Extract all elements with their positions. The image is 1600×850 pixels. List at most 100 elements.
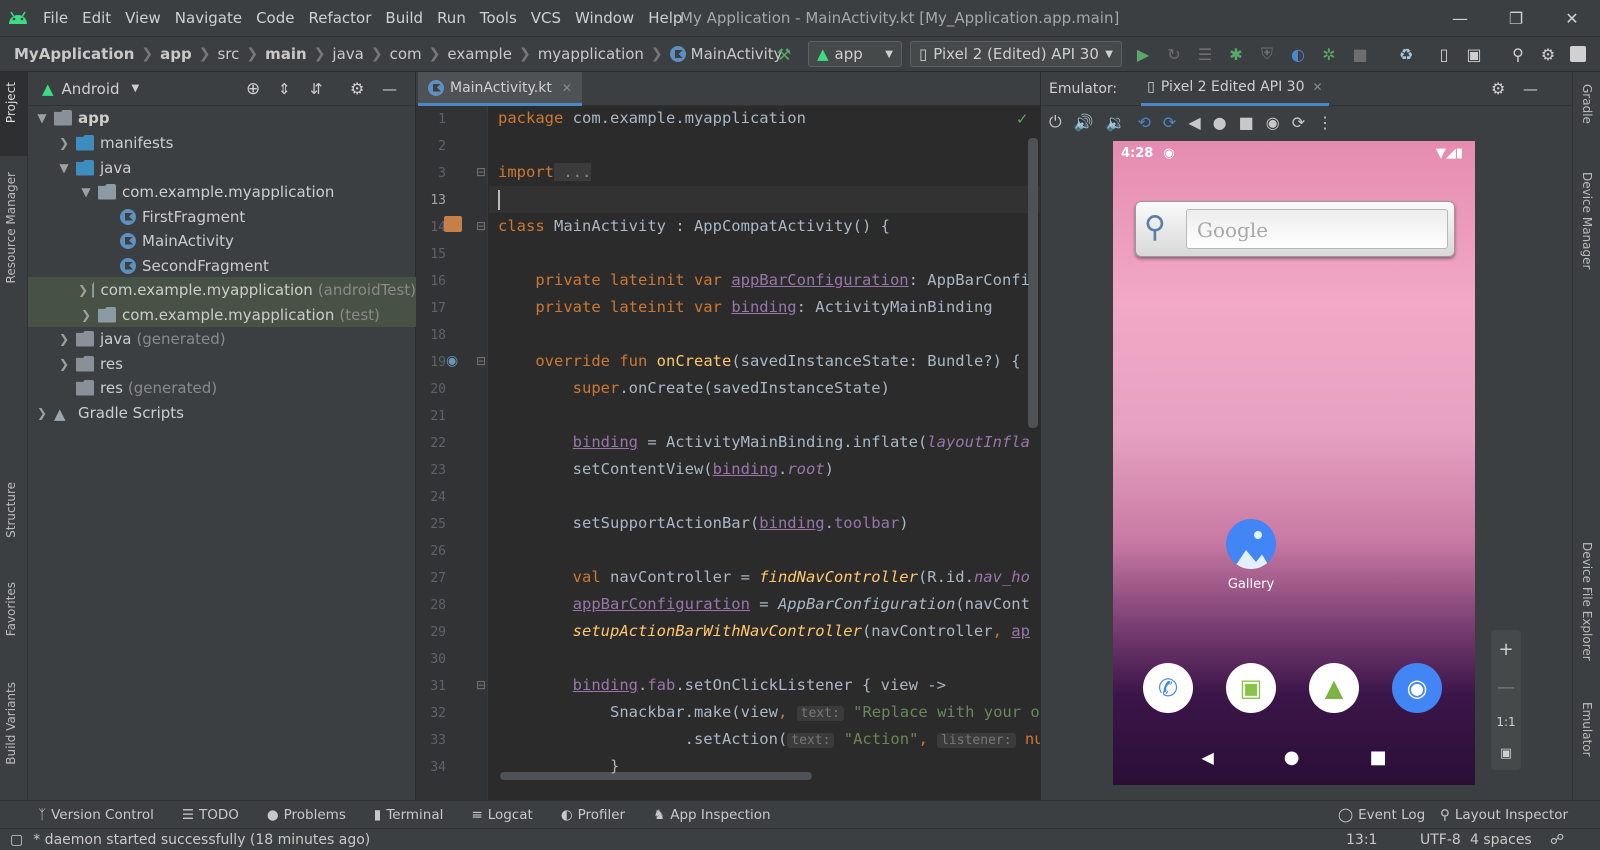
code-line[interactable]: setupActionBarWithNavController(navContr… [498,622,1030,640]
gallery-app[interactable]: Gallery [1226,519,1276,592]
more-icon[interactable]: ⋮ [1317,113,1333,132]
volume-down-icon[interactable]: 🔉 [1106,113,1126,132]
screenshot-camera-icon[interactable]: ◉ [1266,113,1280,132]
fold-icon[interactable]: ⊟ [476,219,486,233]
snapshot-icon[interactable]: ⟳ [1292,113,1305,132]
gear-icon[interactable]: ⚙ [350,79,364,98]
hide-panel-icon[interactable]: — [382,80,397,98]
tree-item-mainactivity[interactable]: MainActivity [28,228,416,253]
run-button[interactable]: ▶ [1131,43,1155,65]
device-manager-button[interactable]: ▯ [1432,43,1456,65]
zoom-out-icon[interactable]: — [1497,677,1515,698]
app-inspection-tool-button[interactable]: ♞ App Inspection [653,807,771,823]
profile-button[interactable]: ◐ [1286,43,1310,65]
sdk-manager-button[interactable]: ▣ [1462,43,1486,65]
emulator-device-tab[interactable]: ▯ Pixel 2 Edited API 30 ✕ [1141,72,1329,106]
rotate-left-icon[interactable]: ⟲ [1138,113,1151,132]
project-tool-button[interactable]: Project [4,82,18,123]
fold-icon[interactable]: ⊟ [476,165,486,179]
code-line[interactable]: binding.fab.setOnClickListener { view -> [498,676,946,694]
tab-mainactivity[interactable]: MainActivity.kt ✕ [418,72,582,106]
zoom-actual-size-button[interactable]: 1:1 [1496,715,1515,729]
file-encoding[interactable]: UTF-8 [1420,832,1461,848]
menu-file[interactable]: File [36,9,75,27]
code-line[interactable]: setContentView(binding.root) [498,460,834,478]
device-home-icon[interactable]: ● [1284,747,1300,768]
tree-item-package-test[interactable]: ❯ com.example.myapplication (test) [28,302,416,327]
menu-build[interactable]: Build [378,9,430,27]
close-window-button[interactable]: ✕ [1544,0,1600,36]
structure-tool-button[interactable]: Structure [4,482,18,538]
gradle-tool-button[interactable]: Gradle [1580,84,1594,124]
menu-run[interactable]: Run [430,9,473,27]
breadcrumb-example[interactable]: example [447,45,512,63]
apply-code-changes-button[interactable]: ☰ [1193,43,1217,65]
tree-item-java[interactable]: ▼ java [28,155,416,180]
status-message[interactable]: * daemon started successfully (18 minute… [33,832,370,848]
toggle-tool-windows-icon[interactable]: ▢ [10,832,23,848]
menu-view[interactable]: View [118,9,168,27]
code-line[interactable]: class MainActivity : AppCompatActivity()… [498,217,890,235]
close-tab-icon[interactable]: ✕ [562,81,572,95]
caret-position[interactable]: 13:1 [1346,832,1377,848]
volume-up-icon[interactable]: 🔊 [1074,113,1094,132]
tree-item-gradle-scripts[interactable]: ❯ ▲ Gradle Scripts [28,400,416,425]
search-everywhere-button[interactable]: ⚲ [1506,43,1530,65]
fit-screen-icon[interactable]: ▣ [1500,746,1512,761]
breadcrumb-mainactivity[interactable]: MainActivity [669,45,783,63]
make-project-hammer-icon[interactable]: ⚒ [772,43,796,65]
breadcrumb-app[interactable]: app [160,45,192,63]
code-line[interactable]: Snackbar.make(view, text: "Replace with … [498,703,1040,721]
code-line[interactable]: private lateinit var appBarConfiguration… [498,271,1030,289]
tree-item-app[interactable]: ▼ app [28,105,416,130]
resource-manager-tool-button[interactable]: Resource Manager [4,172,18,283]
device-select[interactable]: ▯ Pixel 2 (Edited) API 30 ▼ [910,41,1122,67]
tree-item-firstfragment[interactable]: FirstFragment [28,204,416,229]
google-search-field[interactable]: Google [1186,209,1448,249]
logcat-tool-button[interactable]: ≡ Logcat [471,807,532,823]
lock-icon[interactable]: ☍ [1550,832,1564,848]
favorites-tool-button[interactable]: Favorites [4,582,18,636]
breadcrumb-java[interactable]: java [332,45,363,63]
no-problems-check-icon[interactable]: ✓ [1016,110,1029,128]
minimize-button[interactable]: — [1432,0,1488,36]
profiler-tool-button[interactable]: ◐ Profiler [561,807,625,823]
tree-item-res-generated[interactable]: res (generated) [28,375,416,400]
expand-all-icon[interactable]: ⇕ [278,80,291,98]
menu-tools[interactable]: Tools [473,9,524,27]
code-line[interactable]: import ... [498,163,592,181]
camera-app-icon[interactable]: ◉ [1392,663,1442,713]
device-file-explorer-tool-button[interactable]: Device File Explorer [1580,542,1594,661]
gear-icon[interactable]: ⚙ [1491,79,1505,98]
version-control-tool-button[interactable]: ᛉ Version Control [38,807,154,823]
device-manager-tool-button[interactable]: Device Manager [1580,172,1594,269]
breadcrumb-main[interactable]: main [265,45,307,63]
code-line[interactable]: .setAction(text: "Action", listener: nul… [498,730,1062,748]
build-variants-tool-button[interactable]: Build Variants [4,682,18,765]
device-back-icon[interactable]: ◀ [1201,748,1213,767]
code-line[interactable]: binding = ActivityMainBinding.inflate(la… [498,433,1030,451]
attach-debugger-button[interactable]: ✲ [1317,43,1341,65]
code-line[interactable]: super.onCreate(savedInstanceState) [498,379,890,397]
emulator-tool-button[interactable]: Emulator [1580,702,1594,757]
messages-app-icon[interactable]: ▣ [1226,663,1276,713]
code-line[interactable]: override fun onCreate(savedInstanceState… [498,352,1020,370]
hide-panel-icon[interactable]: — [1523,80,1538,98]
google-search-widget[interactable]: ⚲ Google [1135,201,1455,257]
tree-item-package-androidtest[interactable]: ❯ com.example.myapplication (androidTest) [28,277,416,302]
apply-changes-button[interactable]: ↻ [1162,43,1186,65]
device-screen[interactable]: 4:28 ◉ ▼◢▮ ⚲ Google Gallery ✆ ▣ ▲ ◉ ◀ ● … [1113,141,1475,785]
home-icon[interactable]: ● [1213,113,1227,132]
breadcrumb-project[interactable]: MyApplication [14,45,134,63]
menu-navigate[interactable]: Navigate [168,9,249,27]
code-line[interactable]: } [498,757,619,775]
code-line[interactable]: package com.example.myapplication [498,109,806,127]
tree-item-secondfragment[interactable]: SecondFragment [28,253,416,278]
tree-item-package[interactable]: ▼ com.example.myapplication [28,179,416,204]
device-overview-icon[interactable]: ■ [1370,747,1387,768]
menu-edit[interactable]: Edit [75,9,118,27]
fold-icon[interactable]: ⊟ [476,678,486,692]
coverage-button[interactable]: ⛨ [1255,43,1279,65]
debug-button[interactable]: ✱ [1224,43,1248,65]
close-tab-icon[interactable]: ✕ [1313,80,1323,94]
